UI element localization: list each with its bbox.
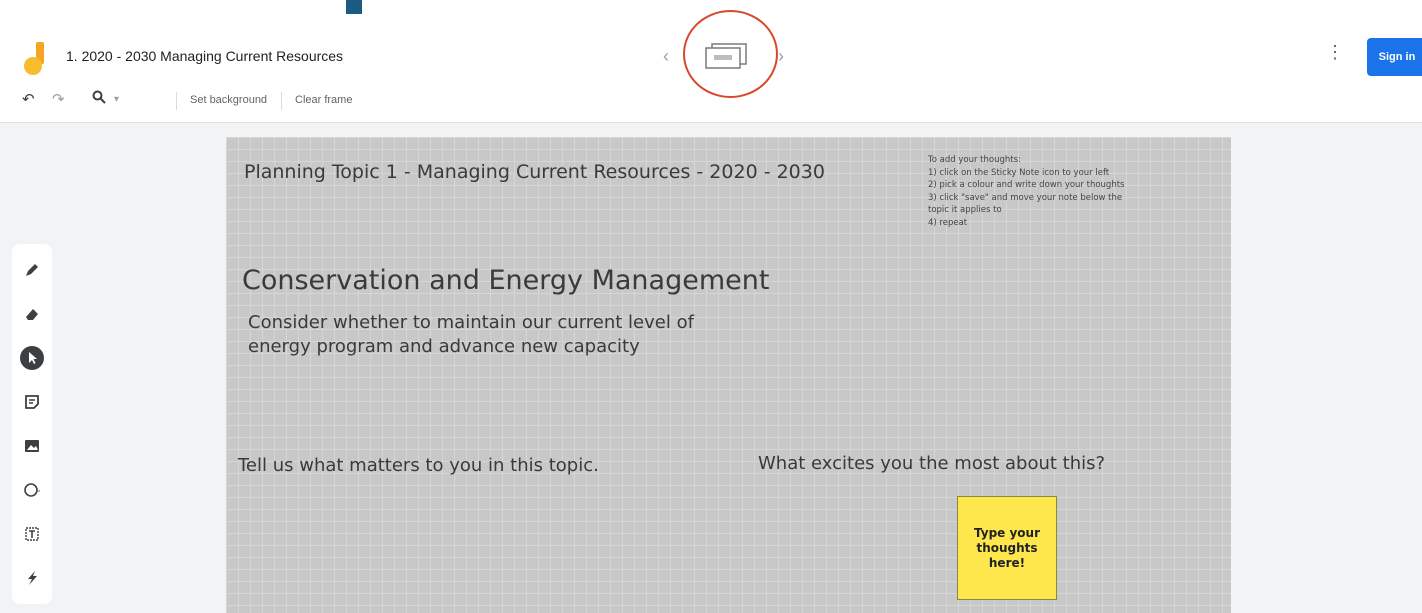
eraser-icon[interactable] (20, 302, 44, 326)
prompt-what-excites: What excites you the most about this? (758, 453, 1106, 474)
text-box-icon[interactable] (20, 522, 44, 546)
top-bar: 1. 2020 - 2030 Managing Current Resource… (0, 0, 1422, 123)
side-toolbar (12, 244, 52, 604)
chevron-left-icon[interactable]: ‹ (663, 46, 669, 67)
chevron-right-icon[interactable]: › (778, 46, 784, 67)
zoom-dropdown-icon[interactable]: ▾ (114, 94, 119, 105)
toolbar: ↶ ↷ ▾ Set background Clear frame (0, 90, 420, 114)
sticky-note[interactable]: Type your thoughts here! (957, 496, 1057, 600)
set-background-button[interactable]: Set background (190, 94, 267, 106)
topic-heading: Conservation and Energy Management (242, 265, 770, 296)
undo-icon[interactable]: ↶ (22, 90, 35, 108)
planning-topic-title: Planning Topic 1 - Managing Current Reso… (244, 161, 825, 183)
prompt-what-matters: Tell us what matters to you in this topi… (238, 455, 599, 476)
pen-icon[interactable] (20, 258, 44, 282)
redo-icon[interactable]: ↷ (52, 90, 65, 108)
instructions-text: To add your thoughts: 1) click on the St… (928, 155, 1125, 228)
more-vert-icon[interactable]: ⋮ (1326, 42, 1344, 63)
laser-icon[interactable] (20, 566, 44, 590)
toolbar-divider (281, 92, 282, 110)
circle-icon[interactable] (20, 478, 44, 502)
image-icon[interactable] (20, 434, 44, 458)
whiteboard-frame[interactable]: Planning Topic 1 - Managing Current Reso… (226, 137, 1231, 613)
topic-description: Consider whether to maintain our current… (248, 312, 694, 357)
sticky-note-icon[interactable] (20, 390, 44, 414)
sign-in-button[interactable]: Sign in (1367, 38, 1422, 76)
zoom-icon[interactable] (92, 90, 106, 108)
jamboard-logo-icon (24, 42, 44, 75)
blue-tab-marker (346, 0, 362, 14)
select-icon[interactable] (20, 346, 44, 370)
frame-bar-icon[interactable] (704, 42, 748, 70)
clear-frame-button[interactable]: Clear frame (295, 94, 352, 106)
toolbar-divider (176, 92, 177, 110)
document-title[interactable]: 1. 2020 - 2030 Managing Current Resource… (66, 48, 343, 64)
